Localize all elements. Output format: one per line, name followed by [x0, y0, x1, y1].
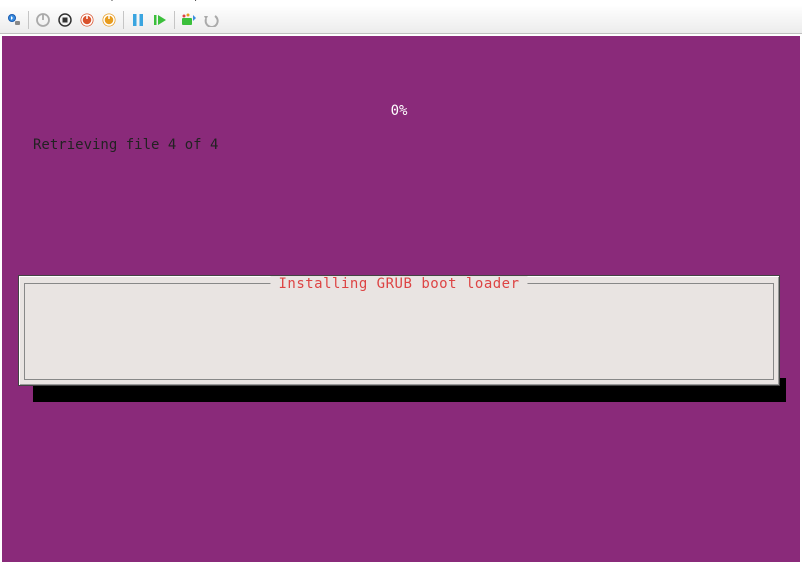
vm-display-area: Installing GRUB boot loader 0% Retrievin… [0, 34, 802, 564]
separator [123, 11, 124, 29]
connect-icon[interactable] [4, 10, 24, 30]
shutdown-icon[interactable] [99, 10, 119, 30]
status-text: Retrieving file 4 of 4 [33, 137, 218, 153]
menu-view[interactable]: View [150, 0, 172, 2]
menu-action[interactable]: Action [28, 0, 56, 2]
toolbar [0, 6, 802, 34]
power-off-icon[interactable] [33, 10, 53, 30]
dialog-title: Installing GRUB boot loader [270, 276, 527, 292]
stop-icon[interactable] [55, 10, 75, 30]
pause-icon[interactable] [128, 10, 148, 30]
checkpoint-icon[interactable] [179, 10, 199, 30]
menu-media[interactable]: Media [64, 0, 91, 2]
menu-file[interactable]: File [4, 0, 20, 2]
menu-help[interactable]: Help [179, 0, 200, 2]
revert-icon[interactable] [201, 10, 221, 30]
separator [28, 11, 29, 29]
dialog-border [24, 283, 774, 380]
reset-icon[interactable] [77, 10, 97, 30]
separator [174, 11, 175, 29]
progress-dialog: Installing GRUB boot loader [18, 275, 780, 386]
progress-bar: 0% [33, 103, 765, 119]
menu-clipboard[interactable]: Clipboard [99, 0, 142, 2]
start-icon[interactable] [150, 10, 170, 30]
progress-percent: 0% [391, 103, 408, 119]
